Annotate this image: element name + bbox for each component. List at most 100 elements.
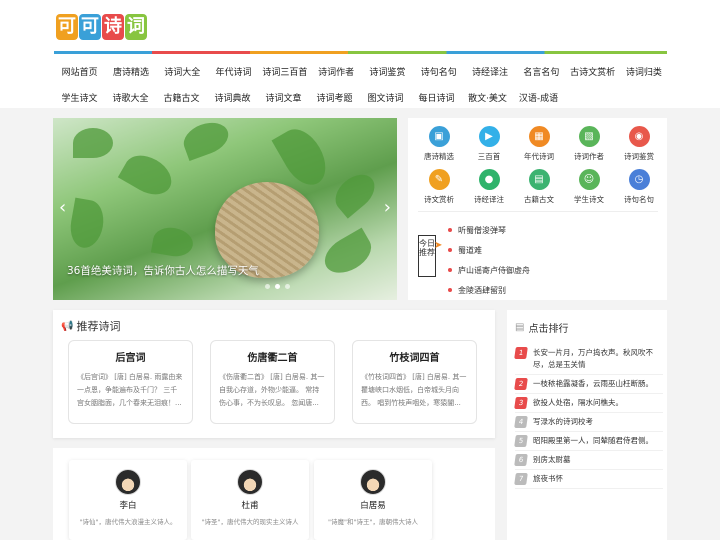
rank-number: 3 xyxy=(514,397,528,409)
nav-link[interactable]: 图文诗词 xyxy=(360,91,411,104)
nav-link[interactable]: 网站首页 xyxy=(54,65,105,78)
rank-text[interactable]: 昭阳殿里第一人，同辇随君侍君侧。 xyxy=(533,435,653,447)
ranking-item[interactable]: 1 长安一片月，万户捣衣声。秋风吹不尽，总是玉关情 xyxy=(514,344,663,375)
nav-link[interactable]: 年代诗词 xyxy=(208,65,259,78)
category-item[interactable]: ▣ 唐诗精选 xyxy=(414,126,464,162)
chevron-left-icon[interactable]: ‹ xyxy=(59,198,66,218)
nav-link[interactable]: 诗词大全 xyxy=(157,65,208,78)
category-item[interactable]: ▧ 诗词作者 xyxy=(564,126,614,162)
rank-number: 5 xyxy=(514,435,528,447)
carousel-dot[interactable] xyxy=(265,284,270,289)
nav-link[interactable]: 诗词三百首 xyxy=(259,65,310,78)
nav-link[interactable]: 诗词鉴赏 xyxy=(362,65,413,78)
recommend-section: 📢 推荐诗词 后宫词 《后宫词》 [唐] 白居易. 雨露由来一点恩，争能遍布及千… xyxy=(53,310,495,438)
nav-link[interactable]: 学生诗文 xyxy=(54,91,105,104)
play-icon: ▶ xyxy=(478,126,500,147)
logo-char: 可 xyxy=(56,14,78,40)
category-label: 诗文赏析 xyxy=(424,195,454,204)
recommend-title-text: 推荐诗词 xyxy=(76,320,121,333)
rank-number: 6 xyxy=(514,454,528,466)
category-item[interactable]: ☺ 学生诗文 xyxy=(564,169,614,205)
banner-caption[interactable]: 36首绝美诗词，告诉你古人怎么描写天气 xyxy=(67,263,259,278)
nav-link[interactable]: 诗句名句 xyxy=(413,65,464,78)
category-item[interactable]: ◉ 诗词鉴赏 xyxy=(614,126,664,162)
category-label: 诗词作者 xyxy=(574,152,604,161)
hero-banner[interactable]: 36首绝美诗词，告诉你古人怎么描写天气 ‹ › xyxy=(53,118,397,300)
author-desc: "诗魔"和"诗王"，唐朝伟大诗人 xyxy=(328,518,418,526)
nav-link[interactable]: 诗词典故 xyxy=(207,91,258,104)
ranking-item[interactable]: 6 别房太尉墓 xyxy=(514,451,663,470)
recommend-title: 📢 推荐诗词 xyxy=(61,318,120,334)
nav-link[interactable]: 古籍古文 xyxy=(156,91,207,104)
nav-link[interactable]: 古诗文赏析 xyxy=(567,65,618,78)
site-header: 可 可 诗 词 网站首页 唐诗精选 诗词大全 年代诗词 诗词三百首 诗词作者 诗词鉴赏 诗句名… xyxy=(0,0,720,108)
category-item[interactable]: ✎ 诗文赏析 xyxy=(414,169,464,205)
category-label: 唐诗精选 xyxy=(424,152,454,161)
ranking-item[interactable]: 4 写渌水的诗词校考 xyxy=(514,413,663,432)
category-panel: ▣ 唐诗精选 ▶ 三百首 ▦ 年代诗词 ▧ 诗词作者 ◉ 诗词鉴赏 ✎ 诗文赏析 ● 诗经译注 ▤ 古籍古文 ☺… xyxy=(408,118,667,300)
poem-card[interactable]: 后宫词 《后宫词》 [唐] 白居易. 雨露由来一点恩，争能遍布及千门？ 三千宫女… xyxy=(68,340,193,424)
author-name[interactable]: 白居易 xyxy=(314,499,432,511)
rank-number: 4 xyxy=(514,416,528,428)
nav-link[interactable]: 诗经译注 xyxy=(464,65,515,78)
rank-text[interactable]: 长安一片月，万户捣衣声。秋风吹不尽，总是玉关情 xyxy=(533,347,663,371)
category-item[interactable]: ▦ 年代诗词 xyxy=(514,126,564,162)
chevron-right-icon[interactable]: › xyxy=(384,198,391,218)
author-card[interactable]: 白居易 "诗魔"和"诗王"，唐朝伟大诗人 xyxy=(314,460,432,540)
ranking-item[interactable]: 2 一枝秾艳露凝香，云雨巫山枉断肠。 xyxy=(514,375,663,394)
nav-link[interactable]: 诗词文章 xyxy=(258,91,309,104)
nav-link[interactable]: 诗词作者 xyxy=(310,65,361,78)
daily-item[interactable]: 庐山谣寄卢侍御虚舟 xyxy=(448,260,530,280)
category-item[interactable]: ● 诗经译注 xyxy=(464,169,514,205)
nav-link[interactable]: 名言名句 xyxy=(516,65,567,78)
author-card[interactable]: 杜甫 "诗圣"，唐代伟大的现实主义诗人 xyxy=(191,460,309,540)
category-label: 古籍古文 xyxy=(524,195,554,204)
author-card[interactable]: 李白 "诗仙"，唐代伟大浪漫主义诗人。 xyxy=(69,460,187,540)
nav-link[interactable]: 诗词考题 xyxy=(309,91,360,104)
ranking-item[interactable]: 3 欲投人处宿，隔水问樵夫。 xyxy=(514,394,663,413)
nav-link[interactable]: 每日诗词 xyxy=(411,91,462,104)
daily-item[interactable]: 听蜀僧浚弹琴 xyxy=(448,220,530,240)
nav-link[interactable]: 唐诗精选 xyxy=(105,65,156,78)
logo-char: 诗 xyxy=(102,14,124,40)
rank-text[interactable]: 别房太尉墓 xyxy=(533,454,571,466)
clock-icon: ◷ xyxy=(628,169,650,190)
nav-link[interactable]: 诗歌大全 xyxy=(105,91,156,104)
rank-text[interactable]: 写渌水的诗词校考 xyxy=(533,416,593,428)
category-item[interactable]: ◷ 诗句名句 xyxy=(614,169,664,205)
rank-text[interactable]: 旅夜书怀 xyxy=(533,473,563,485)
daily-item[interactable]: 蜀道难 xyxy=(448,240,530,260)
chat-icon: ● xyxy=(478,169,500,190)
rank-text[interactable]: 一枝秾艳露凝香，云雨巫山枉断肠。 xyxy=(533,378,653,390)
daily-list: 听蜀僧浚弹琴 蜀道难 庐山谣寄卢侍御虚舟 金陵酒肆留别 xyxy=(448,220,530,300)
rank-number: 1 xyxy=(514,347,528,359)
rank-text[interactable]: 欲投人处宿，隔水问樵夫。 xyxy=(533,397,623,409)
ranking-title-text: 点击排行 xyxy=(528,324,569,335)
poem-card[interactable]: 伤唐衢二首 《伤唐衢二首》 [唐] 白居易. 其一 自我心存道，外物少能逼。 常… xyxy=(210,340,335,424)
author-desc: "诗仙"，唐代伟大浪漫主义诗人。 xyxy=(79,518,177,526)
poem-card-title[interactable]: 后宫词 xyxy=(77,349,184,364)
category-label: 年代诗词 xyxy=(524,152,554,161)
poem-card-title[interactable]: 伤唐衢二首 xyxy=(219,349,326,364)
edit-icon: ✎ xyxy=(428,169,450,190)
ranking-item[interactable]: 7 旅夜书怀 xyxy=(514,470,663,489)
poem-card-title[interactable]: 竹枝词四首 xyxy=(361,349,468,364)
location-icon: ◉ xyxy=(628,126,650,147)
author-name[interactable]: 杜甫 xyxy=(191,499,309,511)
poem-card-text: 《后宫词》 [唐] 白居易. 雨露由来一点恩，争能遍布及千门？ 三千宫女胭脂面，… xyxy=(77,373,183,407)
site-logo[interactable]: 可 可 诗 词 xyxy=(56,14,147,40)
poem-card[interactable]: 竹枝词四首 《竹枝词四首》 [唐] 白居易. 其一 瞿塘峡口水烟低，白帝城头月向… xyxy=(352,340,477,424)
nav-link[interactable]: 散文·美文 xyxy=(462,91,513,104)
carousel-dot[interactable] xyxy=(285,284,290,289)
nav-link[interactable]: 汉语-成语 xyxy=(513,91,564,104)
megaphone-icon: 📢 xyxy=(61,320,74,332)
authors-section: 李白 "诗仙"，唐代伟大浪漫主义诗人。 杜甫 "诗圣"，唐代伟大的现实主义诗人 … xyxy=(53,448,495,540)
author-name[interactable]: 李白 xyxy=(69,499,187,511)
ranking-item[interactable]: 5 昭阳殿里第一人，同辇随君侍君侧。 xyxy=(514,432,663,451)
book-icon: ▣ xyxy=(428,126,450,147)
category-item[interactable]: ▶ 三百首 xyxy=(464,126,514,162)
daily-item[interactable]: 金陵酒肆留别 xyxy=(448,280,530,300)
category-item[interactable]: ▤ 古籍古文 xyxy=(514,169,564,205)
nav-link[interactable]: 诗词归类 xyxy=(618,65,669,78)
carousel-dot-active[interactable] xyxy=(275,284,280,289)
